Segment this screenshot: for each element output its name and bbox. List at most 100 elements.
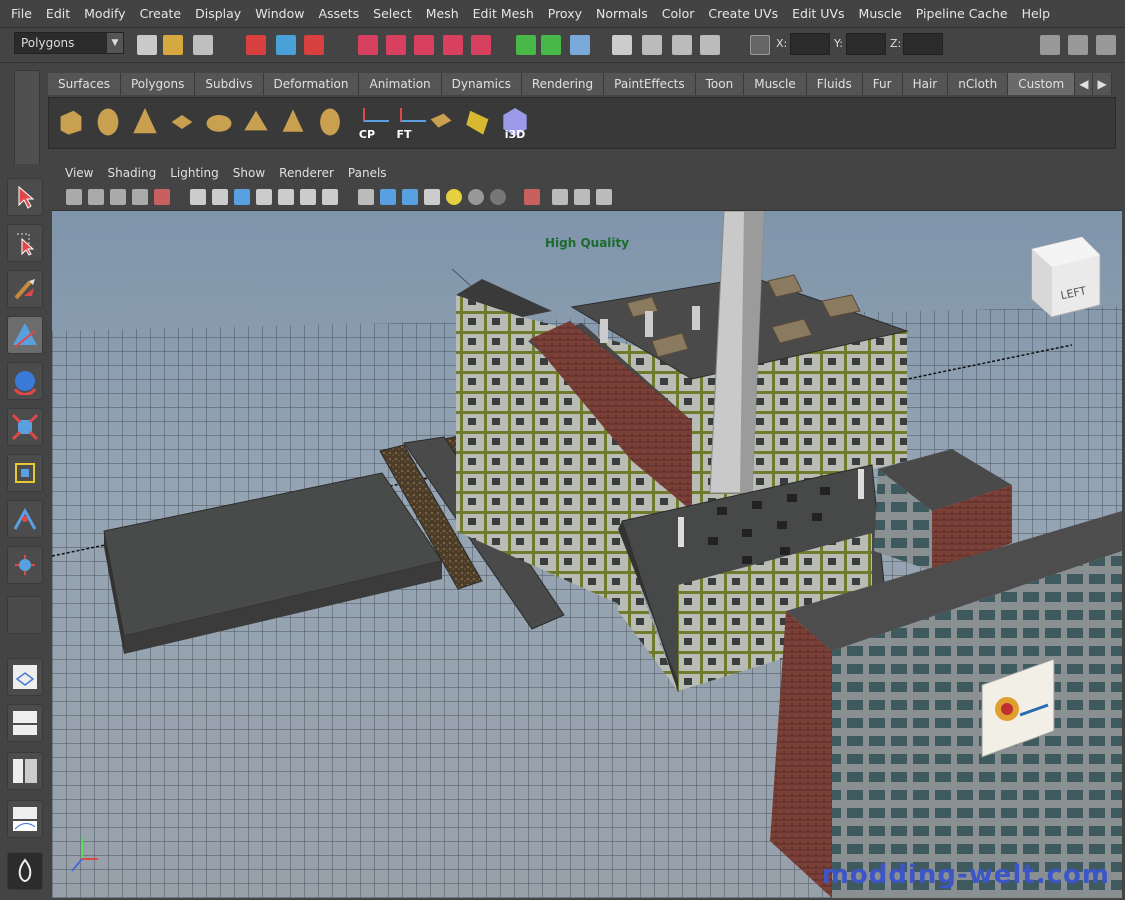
wireframe-on-shaded-icon[interactable] [402,189,418,205]
resolution-gate-icon[interactable] [234,189,250,205]
output-ops-icon[interactable] [541,35,561,55]
xray-components-icon[interactable] [596,189,612,205]
high-quality-icon[interactable] [490,189,506,205]
show-manipulator-icon[interactable] [7,546,43,584]
select-tool-icon[interactable] [7,178,43,216]
persp-outliner-layout-icon[interactable] [7,704,43,742]
snap-view-plane-icon[interactable] [443,35,463,55]
poly-plane-icon[interactable] [166,106,198,140]
single-perspective-layout-icon[interactable] [7,658,43,696]
camera-attributes-icon[interactable] [88,189,104,205]
universal-manipulator-icon[interactable] [7,454,43,492]
gate-mask-icon[interactable] [256,189,272,205]
poly-torus-icon[interactable] [203,106,235,140]
shadows-icon[interactable] [468,189,484,205]
select-component-icon[interactable] [304,35,324,55]
input-ops-icon[interactable] [516,35,536,55]
persp-graph-editor-layout-icon[interactable] [7,800,43,838]
film-gate-icon[interactable] [212,189,228,205]
menu-modify[interactable]: Modify [77,6,132,21]
uv-tool-icon[interactable] [425,106,457,140]
menu-help[interactable]: Help [1015,6,1058,21]
panel-menu-renderer[interactable]: Renderer [272,166,341,180]
menu-window[interactable]: Window [248,6,311,21]
panel-menu-panels[interactable]: Panels [341,166,394,180]
poly-cone-icon[interactable] [129,106,161,140]
safe-title-icon[interactable] [322,189,338,205]
persp-graph-layout-icon[interactable] [7,752,43,790]
menu-create-uvs[interactable]: Create UVs [701,6,785,21]
snap-curve-icon[interactable] [386,35,406,55]
poly-pyramid-icon[interactable] [277,106,309,140]
center-pivot-icon[interactable]: CP [351,106,389,141]
shelf-tab-rendering[interactable]: Rendering [521,73,605,95]
isolate-select-icon[interactable] [524,189,540,205]
xray-icon[interactable] [552,189,568,205]
shelf-tab-custom[interactable]: Custom [1008,73,1076,95]
panel-menu-view[interactable]: View [58,166,100,180]
image-plane-icon[interactable] [132,189,148,205]
select-hierarchy-icon[interactable] [246,35,266,55]
x-field[interactable] [790,33,830,55]
new-scene-icon[interactable] [137,35,157,55]
scale-tool-icon[interactable] [7,408,43,446]
menu-create[interactable]: Create [133,6,189,21]
z-field[interactable] [903,33,943,55]
outliner-flame-icon[interactable] [7,852,43,890]
render-frame-icon[interactable] [612,35,632,55]
paint-select-tool-icon[interactable] [7,270,43,308]
move-tool-icon[interactable] [7,316,43,354]
shelf-tab-hair[interactable]: Hair [902,73,949,95]
shelf-tab-deformation[interactable]: Deformation [263,73,360,95]
shelf-tab-painteffects[interactable]: PaintEffects [604,73,696,95]
channel-box-icon[interactable] [1096,35,1116,55]
safe-action-icon[interactable] [300,189,316,205]
menu-color[interactable]: Color [655,6,702,21]
panel-menu-lighting[interactable]: Lighting [163,166,226,180]
ipr-render-icon[interactable] [642,35,662,55]
menu-set-select[interactable]: Polygons ▼ [14,32,124,54]
i3d-export-icon[interactable]: i3D [499,106,531,141]
attribute-editor-icon[interactable] [1040,35,1060,55]
shelf-tab-fur[interactable]: Fur [862,73,903,95]
lasso-tool-icon[interactable] [7,224,43,262]
snap-point-icon[interactable] [414,35,434,55]
render-settings-icon[interactable] [672,35,692,55]
construction-history-icon[interactable] [570,35,590,55]
select-camera-icon[interactable] [66,189,82,205]
shelf-tab-toon[interactable]: Toon [695,73,745,95]
y-field[interactable] [846,33,886,55]
select-object-icon[interactable] [276,35,296,55]
shelf-tab-subdivs[interactable]: Subdivs [195,73,264,95]
transform-mode-icon[interactable] [750,35,770,55]
field-chart-icon[interactable] [278,189,294,205]
2d-pan-zoom-icon[interactable] [154,189,170,205]
shelf-tab-dynamics[interactable]: Dynamics [441,73,522,95]
shelf-tab-ncloth[interactable]: nCloth [948,73,1009,95]
shelf-tab-animation[interactable]: Animation [359,73,442,95]
save-scene-icon[interactable] [193,35,213,55]
poly-cylinder-icon[interactable] [92,106,124,140]
tool-settings-icon[interactable] [1068,35,1088,55]
smooth-shade-icon[interactable] [380,189,396,205]
menu-assets[interactable]: Assets [311,6,366,21]
shelf-scroll-right-icon[interactable]: ▶ [1093,73,1112,95]
freeze-transforms-icon[interactable]: FT [388,106,426,141]
menu-normals[interactable]: Normals [589,6,655,21]
menu-edit[interactable]: Edit [39,6,77,21]
soft-modification-icon[interactable] [7,500,43,538]
shelf-tab-surfaces[interactable]: Surfaces [48,73,121,95]
hypershade-icon[interactable] [700,35,720,55]
shelf-tab-fluids[interactable]: Fluids [806,73,863,95]
uv-map-icon[interactable] [462,106,494,140]
grid-icon[interactable] [190,189,206,205]
menu-edit-uvs[interactable]: Edit UVs [785,6,851,21]
menu-pipeline-cache[interactable]: Pipeline Cache [909,6,1015,21]
panel-menu-shading[interactable]: Shading [100,166,163,180]
shelf-tab-muscle[interactable]: Muscle [744,73,807,95]
menu-mesh[interactable]: Mesh [419,6,466,21]
menu-file[interactable]: File [4,6,39,21]
bookmarks-icon[interactable] [110,189,126,205]
perspective-viewport[interactable]: LEFT High Quality modding-welt.com [52,211,1122,898]
menu-proxy[interactable]: Proxy [541,6,589,21]
